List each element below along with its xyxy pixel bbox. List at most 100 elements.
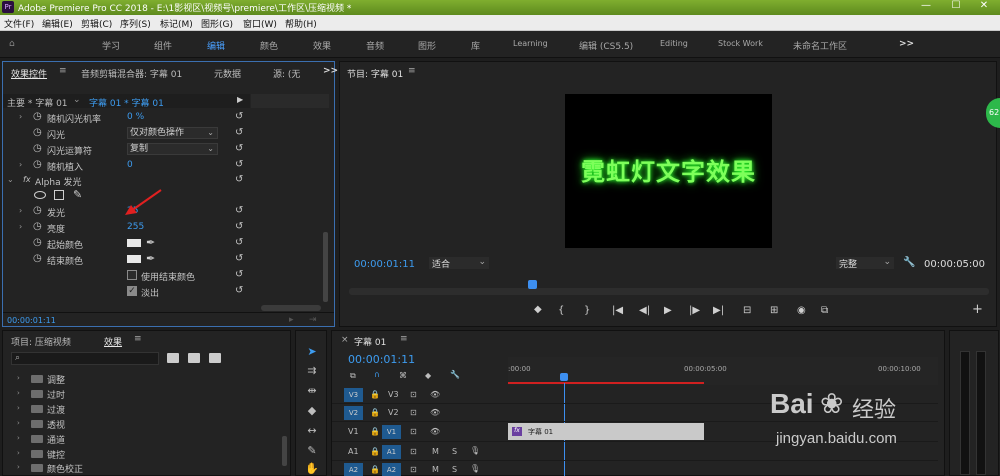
workspace-tab-color[interactable]: 颜色	[260, 39, 278, 52]
ripple-edit-tool-icon[interactable]: ⇹	[305, 384, 319, 398]
filter-icon[interactable]: ▸	[289, 315, 294, 325]
workspace-tab-audio[interactable]: 音频	[366, 39, 384, 52]
tab-project[interactable]: 项目: 压缩视频	[11, 335, 71, 348]
lock-icon[interactable]: 🔒	[370, 408, 380, 417]
prop-value[interactable]: 0	[127, 160, 133, 170]
panel-menu-icon[interactable]: ≡	[59, 66, 67, 76]
eyedropper-icon[interactable]: ✒	[146, 236, 155, 249]
stopwatch-icon[interactable]: ◷	[33, 143, 42, 154]
maximize-icon[interactable]: ☐	[942, 0, 970, 13]
stopwatch-icon[interactable]: ◷	[33, 253, 42, 264]
reset-icon[interactable]: ↺	[235, 253, 243, 264]
button-editor-plus-icon[interactable]: +	[972, 302, 983, 317]
lock-icon[interactable]: 🔒	[370, 465, 380, 474]
track-select-tool-icon[interactable]: ⇉	[305, 364, 319, 378]
ellipse-mask-icon[interactable]	[34, 191, 46, 199]
panel-menu-icon[interactable]: ≡	[134, 334, 142, 344]
zoom-scrollbar[interactable]	[261, 305, 321, 311]
eye-icon[interactable]: 👁	[430, 408, 440, 417]
reset-icon[interactable]: ↺	[235, 143, 243, 154]
panel-menu-icon[interactable]: ≡	[400, 334, 408, 344]
menu-sequence[interactable]: 序列(S)	[120, 17, 151, 30]
mark-out-icon[interactable]: }	[584, 305, 590, 316]
mark-in-icon[interactable]: {	[558, 305, 564, 316]
workspace-tab-graphics[interactable]: 图形	[418, 39, 436, 52]
program-scrubber[interactable]	[349, 280, 989, 295]
reset-icon[interactable]: ↺	[235, 111, 243, 122]
workspace-tab-libraries[interactable]: 库	[471, 39, 480, 52]
lock-icon[interactable]: 🔒	[370, 447, 380, 456]
rectangle-mask-icon[interactable]	[54, 190, 64, 200]
extract-icon[interactable]: ⊞	[770, 305, 778, 316]
selection-tool-icon[interactable]: ➤	[305, 345, 319, 359]
go-to-out-icon[interactable]: ▶|	[713, 305, 724, 316]
use-end-color-checkbox[interactable]	[127, 270, 137, 280]
source-patch-a1[interactable]: A1	[348, 447, 359, 456]
time-ruler[interactable]: :00:00 00:00:05:00 00:00:10:00	[508, 357, 938, 385]
play-clip-icon[interactable]: ▶	[237, 95, 243, 104]
menu-clip[interactable]: 剪辑(C)	[81, 17, 112, 30]
sequence-clip-label[interactable]: 字幕 01 * 字幕 01	[89, 96, 164, 109]
export-frame-icon[interactable]: ◉	[797, 305, 806, 316]
workspace-tab-editing-en[interactable]: Editing	[660, 39, 688, 48]
snap-icon[interactable]: ∩	[374, 370, 380, 379]
nest-icon[interactable]: ⧉	[350, 371, 356, 381]
add-marker-icon[interactable]: ◆	[534, 304, 542, 315]
tab-source[interactable]: 源: (无	[273, 67, 300, 80]
linked-selection-icon[interactable]: ⌘	[399, 371, 407, 380]
tab-metadata[interactable]: 元数据	[214, 67, 241, 80]
menu-marker[interactable]: 标记(M)	[160, 17, 193, 30]
end-color-swatch[interactable]	[127, 255, 141, 263]
lift-icon[interactable]: ⊟	[743, 305, 751, 316]
hand-tool-icon[interactable]: ✋	[305, 462, 319, 476]
workspace-tab-editing-cs55[interactable]: 编辑 (CS5.5)	[579, 39, 633, 52]
timeline-settings-wrench-icon[interactable]: 🔧	[450, 370, 460, 379]
vertical-scrollbar[interactable]	[323, 232, 328, 302]
step-back-icon[interactable]: ◀|	[639, 305, 650, 316]
sync-lock-icon[interactable]: ⊡	[410, 408, 417, 417]
workspace-home-icon[interactable]: ⌂	[9, 39, 15, 49]
track-target-v3[interactable]: V3	[344, 388, 363, 402]
tabs-overflow-button[interactable]: >>	[323, 66, 338, 76]
mute-icon[interactable]: M	[432, 465, 439, 474]
prop-value[interactable]: 0 %	[127, 112, 144, 122]
eyedropper-icon[interactable]: ✒	[146, 252, 155, 265]
track-target-v1[interactable]: V1	[382, 425, 401, 439]
collapse-arrow-icon[interactable]: ⌄	[7, 175, 14, 184]
track-target-v2[interactable]: V2	[344, 406, 363, 420]
tab-effect-controls[interactable]: 效果控件	[11, 67, 47, 80]
source-patch-v1[interactable]: V1	[348, 427, 359, 436]
workspace-tab-stock-work[interactable]: Stock Work	[718, 39, 763, 48]
microphone-icon[interactable]: 🎙	[470, 464, 480, 473]
sequence-tab[interactable]: 字幕 01	[354, 335, 386, 348]
workspace-tab-learning[interactable]: Learning	[513, 39, 548, 48]
sync-lock-icon[interactable]: ⊡	[410, 465, 417, 474]
stopwatch-icon[interactable]: ◷	[33, 221, 42, 232]
reset-icon[interactable]: ↺	[235, 127, 243, 138]
lock-icon[interactable]: 🔒	[370, 390, 380, 399]
expand-arrow-icon[interactable]: ›	[19, 112, 22, 121]
track-target-a1[interactable]: A1	[382, 445, 401, 459]
solo-icon[interactable]: S	[452, 447, 457, 456]
wrench-icon[interactable]: 🔧	[903, 257, 915, 268]
playhead-marker[interactable]	[528, 280, 537, 289]
reset-icon[interactable]: ↺	[235, 269, 243, 280]
stopwatch-icon[interactable]: ◷	[33, 127, 42, 138]
eye-icon[interactable]: 👁	[430, 390, 440, 399]
prop-value[interactable]: 255	[127, 222, 144, 232]
sync-lock-icon[interactable]: ⊡	[410, 447, 417, 456]
workspace-tab-editing[interactable]: 编辑	[207, 39, 225, 52]
reset-icon[interactable]: ↺	[235, 221, 243, 232]
reset-icon[interactable]: ↺	[235, 159, 243, 170]
program-monitor-title[interactable]: 节目: 字幕 01	[347, 67, 403, 80]
menu-edit[interactable]: 编辑(E)	[42, 17, 73, 30]
sync-lock-icon[interactable]: ⊡	[410, 427, 417, 436]
solo-icon[interactable]: S	[452, 465, 457, 474]
workspace-tab-learn[interactable]: 学习	[102, 39, 120, 52]
step-forward-icon[interactable]: |▶	[689, 305, 700, 316]
mini-timeline-ruler[interactable]	[251, 94, 329, 108]
close-sequence-icon[interactable]: ×	[341, 335, 349, 345]
pen-mask-icon[interactable]: ✎	[73, 188, 82, 201]
stopwatch-icon[interactable]: ◷	[33, 205, 42, 216]
workspace-overflow-button[interactable]: >>	[899, 39, 914, 49]
